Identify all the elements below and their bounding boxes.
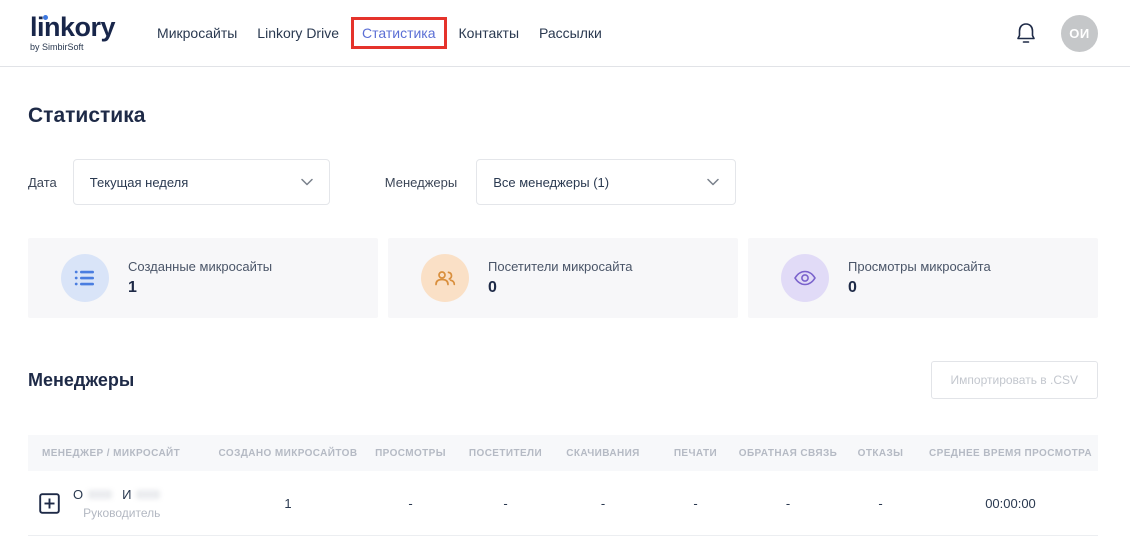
notification-bell-icon[interactable] xyxy=(1015,21,1037,45)
cell-bounces: - xyxy=(878,495,883,511)
nav-item-microsites[interactable]: Микросайты xyxy=(157,19,237,47)
nav-item-contacts[interactable]: Контакты xyxy=(459,19,519,47)
col-header-prints: ПЕЧАТИ xyxy=(673,447,718,459)
main-content: Статистика Дата Текущая неделя Менеджеры… xyxy=(0,104,1130,536)
page-title: Статистика xyxy=(28,104,146,127)
top-navbar: linkory by SimbirSoft Микросайты Linkory… xyxy=(0,0,1130,67)
col-header-downloads: СКАЧИВАНИЯ xyxy=(566,447,640,459)
stat-card-label: Просмотры микросайта xyxy=(848,259,991,274)
nav-item-statistics[interactable]: Статистика xyxy=(362,25,436,41)
cell-created: 1 xyxy=(284,495,292,511)
chevron-down-icon xyxy=(707,178,719,186)
stat-card-label: Созданные микросайты xyxy=(128,259,273,274)
stat-card-value: 0 xyxy=(848,279,857,296)
expand-row-icon[interactable] xyxy=(39,492,60,514)
managers-section-title: Менеджеры xyxy=(28,369,135,390)
logo-i-dot xyxy=(43,15,48,20)
col-header-manager: МЕНЕДЖЕР / МИКРОСАЙТ xyxy=(42,447,181,459)
redacted-name-part xyxy=(88,489,113,499)
eye-icon xyxy=(781,254,829,302)
main-navigation: Микросайты Linkory Drive Статистика Конт… xyxy=(147,17,612,49)
list-icon xyxy=(61,254,109,302)
stat-card-visitors: Посетители микросайта 0 xyxy=(388,238,738,318)
stat-card-views: Просмотры микросайта 0 xyxy=(748,238,1098,318)
table-row: О И Руководитель 1 - - - - - - 00:00:00 xyxy=(28,471,1098,536)
manager-role: Руководитель xyxy=(83,505,161,520)
annotation-highlight-box: Статистика xyxy=(351,17,447,49)
col-header-visitors: ПОСЕТИТЕЛИ xyxy=(468,447,543,459)
linkory-logo[interactable]: linkory by SimbirSoft xyxy=(30,14,116,52)
col-header-feedback: ОБРАТНАЯ СВЯЗЬ xyxy=(738,447,838,459)
managers-section-header: Менеджеры Импортировать в .CSV xyxy=(28,361,1098,399)
filters-row: Дата Текущая неделя Менеджеры Все менедж… xyxy=(28,159,1098,205)
col-header-avg-time: СРЕДНЕЕ ВРЕМЯ ПРОСМОТРА xyxy=(929,447,1092,459)
nav-item-mailings[interactable]: Рассылки xyxy=(539,19,602,47)
stat-cards-row: Созданные микросайты 1 Посетители микрос… xyxy=(28,238,1098,318)
import-csv-button[interactable]: Импортировать в .CSV xyxy=(930,361,1098,399)
user-avatar[interactable]: ОИ xyxy=(1061,14,1098,52)
stat-card-label: Посетители микросайта xyxy=(488,259,633,274)
nav-item-linkory-drive[interactable]: Linkory Drive xyxy=(257,19,339,47)
manager-second-initial: И xyxy=(122,486,132,502)
stat-card-value: 0 xyxy=(488,279,497,296)
col-header-views: ПРОСМОТРЫ xyxy=(375,447,446,459)
cell-feedback: - xyxy=(785,495,791,511)
logo-subtitle: by SimbirSoft xyxy=(30,42,84,52)
managers-filter-label: Менеджеры xyxy=(384,174,458,190)
cell-avg-time: 00:00:00 xyxy=(985,495,1036,511)
redacted-name-part xyxy=(136,489,161,499)
cell-downloads: - xyxy=(600,495,606,511)
managers-table: МЕНЕДЖЕР / МИКРОСАЙТ СОЗДАНО МИКРОСАЙТОВ… xyxy=(28,435,1098,536)
chevron-down-icon xyxy=(301,178,313,186)
manager-name: О И xyxy=(73,487,170,502)
date-filter-label: Дата xyxy=(28,174,57,190)
col-header-bounces: ОТКАЗЫ xyxy=(857,447,904,459)
cell-prints: - xyxy=(693,495,698,511)
date-filter-value: Текущая неделя xyxy=(89,174,189,190)
people-icon xyxy=(421,254,469,302)
cell-visitors: - xyxy=(503,495,508,511)
cell-views: - xyxy=(408,495,413,511)
managers-filter-dropdown[interactable]: Все менеджеры (1) xyxy=(476,159,737,205)
stat-card-created-microsites: Созданные микросайты 1 xyxy=(28,238,378,318)
manager-first-initial: О xyxy=(73,486,84,502)
avatar-initials: ОИ xyxy=(1069,25,1090,41)
table-header-row: МЕНЕДЖЕР / МИКРОСАЙТ СОЗДАНО МИКРОСАЙТОВ… xyxy=(28,435,1098,471)
managers-filter-value: Все менеджеры (1) xyxy=(493,174,610,190)
date-filter-dropdown[interactable]: Текущая неделя xyxy=(72,159,330,205)
stat-card-value: 1 xyxy=(128,279,137,296)
col-header-created: СОЗДАНО МИКРОСАЙТОВ xyxy=(218,447,358,459)
